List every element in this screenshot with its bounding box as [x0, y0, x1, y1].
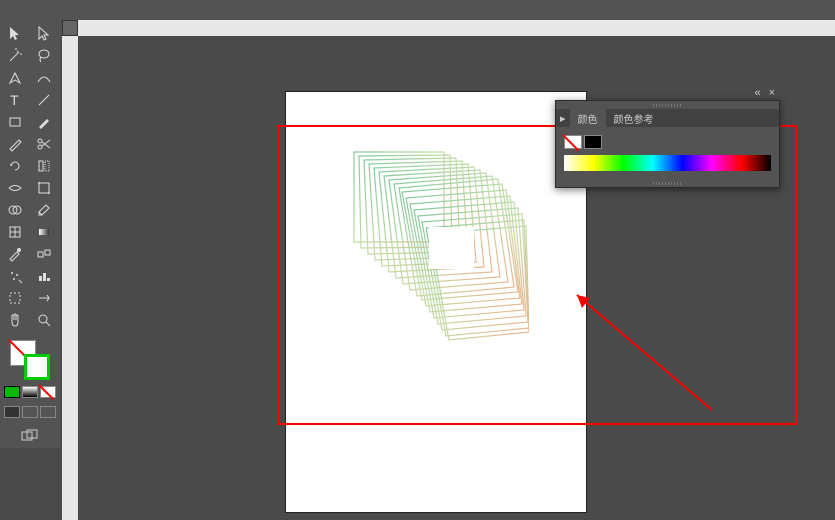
color-tab[interactable]: 颜色: [570, 109, 606, 128]
menu-bar: [0, 0, 835, 20]
direct-selection-tool[interactable]: [31, 24, 57, 44]
hand-tool[interactable]: [2, 310, 28, 330]
pencil-tool[interactable]: [2, 134, 28, 154]
panel-collapse-icon[interactable]: «: [754, 87, 760, 99]
artboard[interactable]: [286, 92, 586, 512]
selection-tool[interactable]: [2, 24, 28, 44]
arrange-icon[interactable]: [20, 428, 40, 444]
color-spectrum[interactable]: [564, 155, 771, 171]
color-mode-swatch[interactable]: [4, 386, 20, 398]
eyedropper-tool[interactable]: [2, 244, 28, 264]
vertical-ruler[interactable]: [62, 36, 78, 520]
annotation-arrow: [562, 280, 722, 420]
gradient-tool[interactable]: [31, 222, 57, 242]
free-transform-tool[interactable]: [31, 178, 57, 198]
canvas-area: « × ▸ 颜色 颜色参考: [62, 20, 835, 520]
paintbrush-tool[interactable]: [31, 112, 57, 132]
stroke-swatch[interactable]: [24, 354, 50, 380]
pen-tool[interactable]: [2, 68, 28, 88]
curvature-tool[interactable]: [31, 68, 57, 88]
rectangle-tool[interactable]: [2, 112, 28, 132]
panel-close-icon[interactable]: ×: [769, 87, 775, 99]
column-graph-tool[interactable]: [31, 266, 57, 286]
scissors-tool[interactable]: [31, 134, 57, 154]
rotate-tool[interactable]: [2, 156, 28, 176]
gradient-mode-swatch[interactable]: [22, 386, 38, 398]
panel-resize-handle[interactable]: [556, 179, 779, 187]
zoom-tool[interactable]: [31, 310, 57, 330]
line-tool[interactable]: [31, 90, 57, 110]
shape-builder-tool[interactable]: [2, 200, 28, 220]
panel-fill-swatch[interactable]: [564, 135, 582, 149]
screen-mode-button[interactable]: [4, 406, 20, 418]
slice-tool[interactable]: [31, 288, 57, 308]
reflect-tool[interactable]: [31, 156, 57, 176]
swatches-tab[interactable]: 颜色参考: [606, 109, 662, 128]
horizontal-ruler[interactable]: [78, 20, 835, 36]
lasso-tool[interactable]: [31, 46, 57, 66]
chevron-down-icon[interactable]: ▸: [556, 112, 570, 125]
width-tool[interactable]: [2, 178, 28, 198]
type-tool[interactable]: T: [2, 90, 28, 110]
live-paint-tool[interactable]: [31, 200, 57, 220]
color-panel: « × ▸ 颜色 颜色参考: [555, 100, 780, 188]
panel-stroke-swatch[interactable]: [584, 135, 602, 149]
artwork-shape[interactable]: [334, 132, 529, 342]
color-swatch-section: [2, 336, 58, 444]
mesh-tool[interactable]: [2, 222, 28, 242]
symbol-sprayer-tool[interactable]: [2, 266, 28, 286]
blend-tool[interactable]: [31, 244, 57, 264]
magic-wand-tool[interactable]: [2, 46, 28, 66]
ruler-origin[interactable]: [62, 20, 78, 36]
artboard-tool[interactable]: [2, 288, 28, 308]
svg-text:T: T: [10, 92, 19, 108]
tool-panel: T: [0, 20, 60, 448]
screen-mode-button[interactable]: [40, 406, 56, 418]
screen-mode-button[interactable]: [22, 406, 38, 418]
none-mode-swatch[interactable]: [40, 386, 56, 398]
